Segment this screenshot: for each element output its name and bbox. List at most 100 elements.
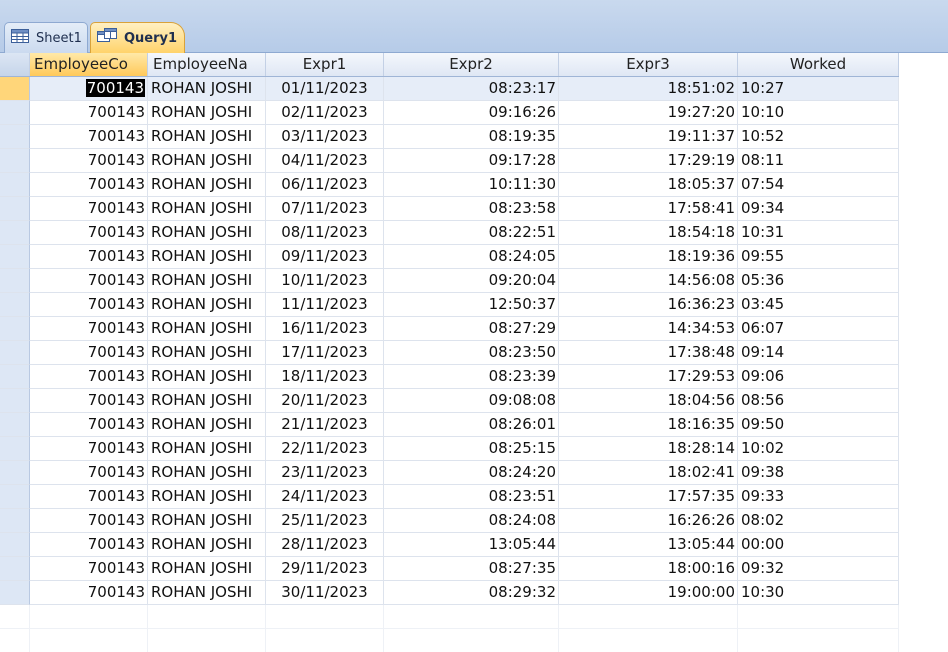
- cell-expr2[interactable]: 08:27:29: [384, 317, 559, 341]
- cell-employeena[interactable]: ROHAN JOSHI: [148, 413, 266, 437]
- cell-worked[interactable]: 08:11: [738, 149, 899, 173]
- cell-expr3[interactable]: 17:29:19: [559, 149, 738, 173]
- cell-worked[interactable]: 08:02: [738, 509, 899, 533]
- cell-employeena[interactable]: ROHAN JOSHI: [148, 485, 266, 509]
- cell-expr2[interactable]: 09:16:26: [384, 101, 559, 125]
- cell-employeeco[interactable]: 700143: [30, 317, 148, 341]
- cell-employeena[interactable]: ROHAN JOSHI: [148, 101, 266, 125]
- cell-employeena[interactable]: ROHAN JOSHI: [148, 557, 266, 581]
- cell-expr3[interactable]: 18:54:18: [559, 221, 738, 245]
- cell-worked[interactable]: 09:55: [738, 245, 899, 269]
- cell-employeeco[interactable]: 700143: [30, 221, 148, 245]
- cell-worked[interactable]: 00:00: [738, 533, 899, 557]
- table-row[interactable]: 700143 ROHAN JOSHI 07/11/2023 08:23:58 17:58…: [0, 197, 899, 221]
- cell-expr2[interactable]: 08:23:51: [384, 485, 559, 509]
- cell-expr1[interactable]: 01/11/2023: [266, 77, 384, 101]
- cell-employeeco[interactable]: 700143: [30, 125, 148, 149]
- cell-expr1[interactable]: 03/11/2023: [266, 125, 384, 149]
- cell-expr3[interactable]: 18:04:56: [559, 389, 738, 413]
- cell-expr1[interactable]: 22/11/2023: [266, 437, 384, 461]
- record-selector[interactable]: [0, 125, 30, 149]
- cell-employeeco[interactable]: 700143: [30, 413, 148, 437]
- record-selector[interactable]: [0, 413, 30, 437]
- column-header-expr2[interactable]: Expr2: [384, 53, 559, 76]
- cell-employeeco[interactable]: 700143: [30, 269, 148, 293]
- cell-employeena[interactable]: ROHAN JOSHI: [148, 581, 266, 605]
- cell-expr2[interactable]: 12:50:37: [384, 293, 559, 317]
- cell-worked[interactable]: 09:34: [738, 197, 899, 221]
- cell-employeeco[interactable]: 700143: [30, 461, 148, 485]
- cell-worked[interactable]: 10:02: [738, 437, 899, 461]
- record-selector[interactable]: [0, 173, 30, 197]
- cell-employeeco[interactable]: 700143: [30, 77, 148, 101]
- cell-employeena[interactable]: ROHAN JOSHI: [148, 221, 266, 245]
- cell-expr3[interactable]: 19:11:37: [559, 125, 738, 149]
- cell-employeena[interactable]: ROHAN JOSHI: [148, 77, 266, 101]
- cell-employeena[interactable]: ROHAN JOSHI: [148, 197, 266, 221]
- cell-worked[interactable]: 10:30: [738, 581, 899, 605]
- cell-employeena[interactable]: ROHAN JOSHI: [148, 173, 266, 197]
- cell-employeeco[interactable]: 700143: [30, 245, 148, 269]
- cell-expr3[interactable]: 18:19:36: [559, 245, 738, 269]
- cell-expr1[interactable]: 06/11/2023: [266, 173, 384, 197]
- cell-expr3[interactable]: 17:57:35: [559, 485, 738, 509]
- cell-worked[interactable]: 09:32: [738, 557, 899, 581]
- cell-expr2[interactable]: 10:11:30: [384, 173, 559, 197]
- cell-expr2[interactable]: 08:25:15: [384, 437, 559, 461]
- cell-worked[interactable]: 03:45: [738, 293, 899, 317]
- column-header-worked[interactable]: Worked: [738, 53, 899, 76]
- cell-employeena[interactable]: ROHAN JOSHI: [148, 533, 266, 557]
- cell-worked[interactable]: 07:54: [738, 173, 899, 197]
- cell-expr2[interactable]: 08:19:35: [384, 125, 559, 149]
- table-row[interactable]: 700143 ROHAN JOSHI 04/11/2023 09:17:28 17:29…: [0, 149, 899, 173]
- record-selector[interactable]: [0, 269, 30, 293]
- column-header-employeeco[interactable]: EmployeeCo: [30, 53, 148, 76]
- cell-employeeco[interactable]: 700143: [30, 149, 148, 173]
- record-selector[interactable]: [0, 557, 30, 581]
- cell-expr3[interactable]: 18:00:16: [559, 557, 738, 581]
- cell-expr3[interactable]: 16:36:23: [559, 293, 738, 317]
- cell-expr2[interactable]: 08:23:58: [384, 197, 559, 221]
- cell-employeeco[interactable]: 700143: [30, 293, 148, 317]
- cell-employeena[interactable]: ROHAN JOSHI: [148, 341, 266, 365]
- cell-worked[interactable]: 09:50: [738, 413, 899, 437]
- select-all-button[interactable]: [0, 53, 30, 76]
- cell-employeena[interactable]: ROHAN JOSHI: [148, 125, 266, 149]
- cell-expr2[interactable]: 08:23:17: [384, 77, 559, 101]
- record-selector[interactable]: [0, 461, 30, 485]
- cell-expr2[interactable]: 08:23:39: [384, 365, 559, 389]
- table-row[interactable]: 700143 ROHAN JOSHI 23/11/2023 08:24:20 18:02…: [0, 461, 899, 485]
- cell-expr3[interactable]: 13:05:44: [559, 533, 738, 557]
- record-selector[interactable]: [0, 485, 30, 509]
- cell-worked[interactable]: 09:38: [738, 461, 899, 485]
- cell-employeeco[interactable]: 700143: [30, 341, 148, 365]
- cell-worked[interactable]: 09:14: [738, 341, 899, 365]
- cell-expr3[interactable]: 17:58:41: [559, 197, 738, 221]
- cell-worked[interactable]: 10:31: [738, 221, 899, 245]
- cell-expr3[interactable]: 16:26:26: [559, 509, 738, 533]
- cell-expr3[interactable]: 17:38:48: [559, 341, 738, 365]
- cell-expr3[interactable]: 19:27:20: [559, 101, 738, 125]
- cell-worked[interactable]: 10:10: [738, 101, 899, 125]
- column-header-employeena[interactable]: EmployeeNa: [148, 53, 266, 76]
- cell-expr2[interactable]: 08:22:51: [384, 221, 559, 245]
- table-row[interactable]: 700143 ROHAN JOSHI 09/11/2023 08:24:05 18:19…: [0, 245, 899, 269]
- cell-expr2[interactable]: 08:26:01: [384, 413, 559, 437]
- cell-employeena[interactable]: ROHAN JOSHI: [148, 293, 266, 317]
- table-row[interactable]: 700143 ROHAN JOSHI 02/11/2023 09:16:26 19:27…: [0, 101, 899, 125]
- cell-expr3[interactable]: 19:00:00: [559, 581, 738, 605]
- cell-employeeco[interactable]: 700143: [30, 485, 148, 509]
- cell-employeeco[interactable]: 700143: [30, 173, 148, 197]
- cell-expr2[interactable]: 08:27:35: [384, 557, 559, 581]
- cell-expr3[interactable]: 17:29:53: [559, 365, 738, 389]
- cell-employeena[interactable]: ROHAN JOSHI: [148, 149, 266, 173]
- record-selector[interactable]: [0, 77, 30, 101]
- cell-expr3[interactable]: 18:16:35: [559, 413, 738, 437]
- cell-worked[interactable]: 09:33: [738, 485, 899, 509]
- cell-expr2[interactable]: 09:17:28: [384, 149, 559, 173]
- table-row[interactable]: 700143 ROHAN JOSHI 11/11/2023 12:50:37 16:36…: [0, 293, 899, 317]
- cell-expr2[interactable]: 13:05:44: [384, 533, 559, 557]
- table-row[interactable]: 700143 ROHAN JOSHI 18/11/2023 08:23:39 17:29…: [0, 365, 899, 389]
- cell-expr1[interactable]: 10/11/2023: [266, 269, 384, 293]
- cell-employeena[interactable]: ROHAN JOSHI: [148, 509, 266, 533]
